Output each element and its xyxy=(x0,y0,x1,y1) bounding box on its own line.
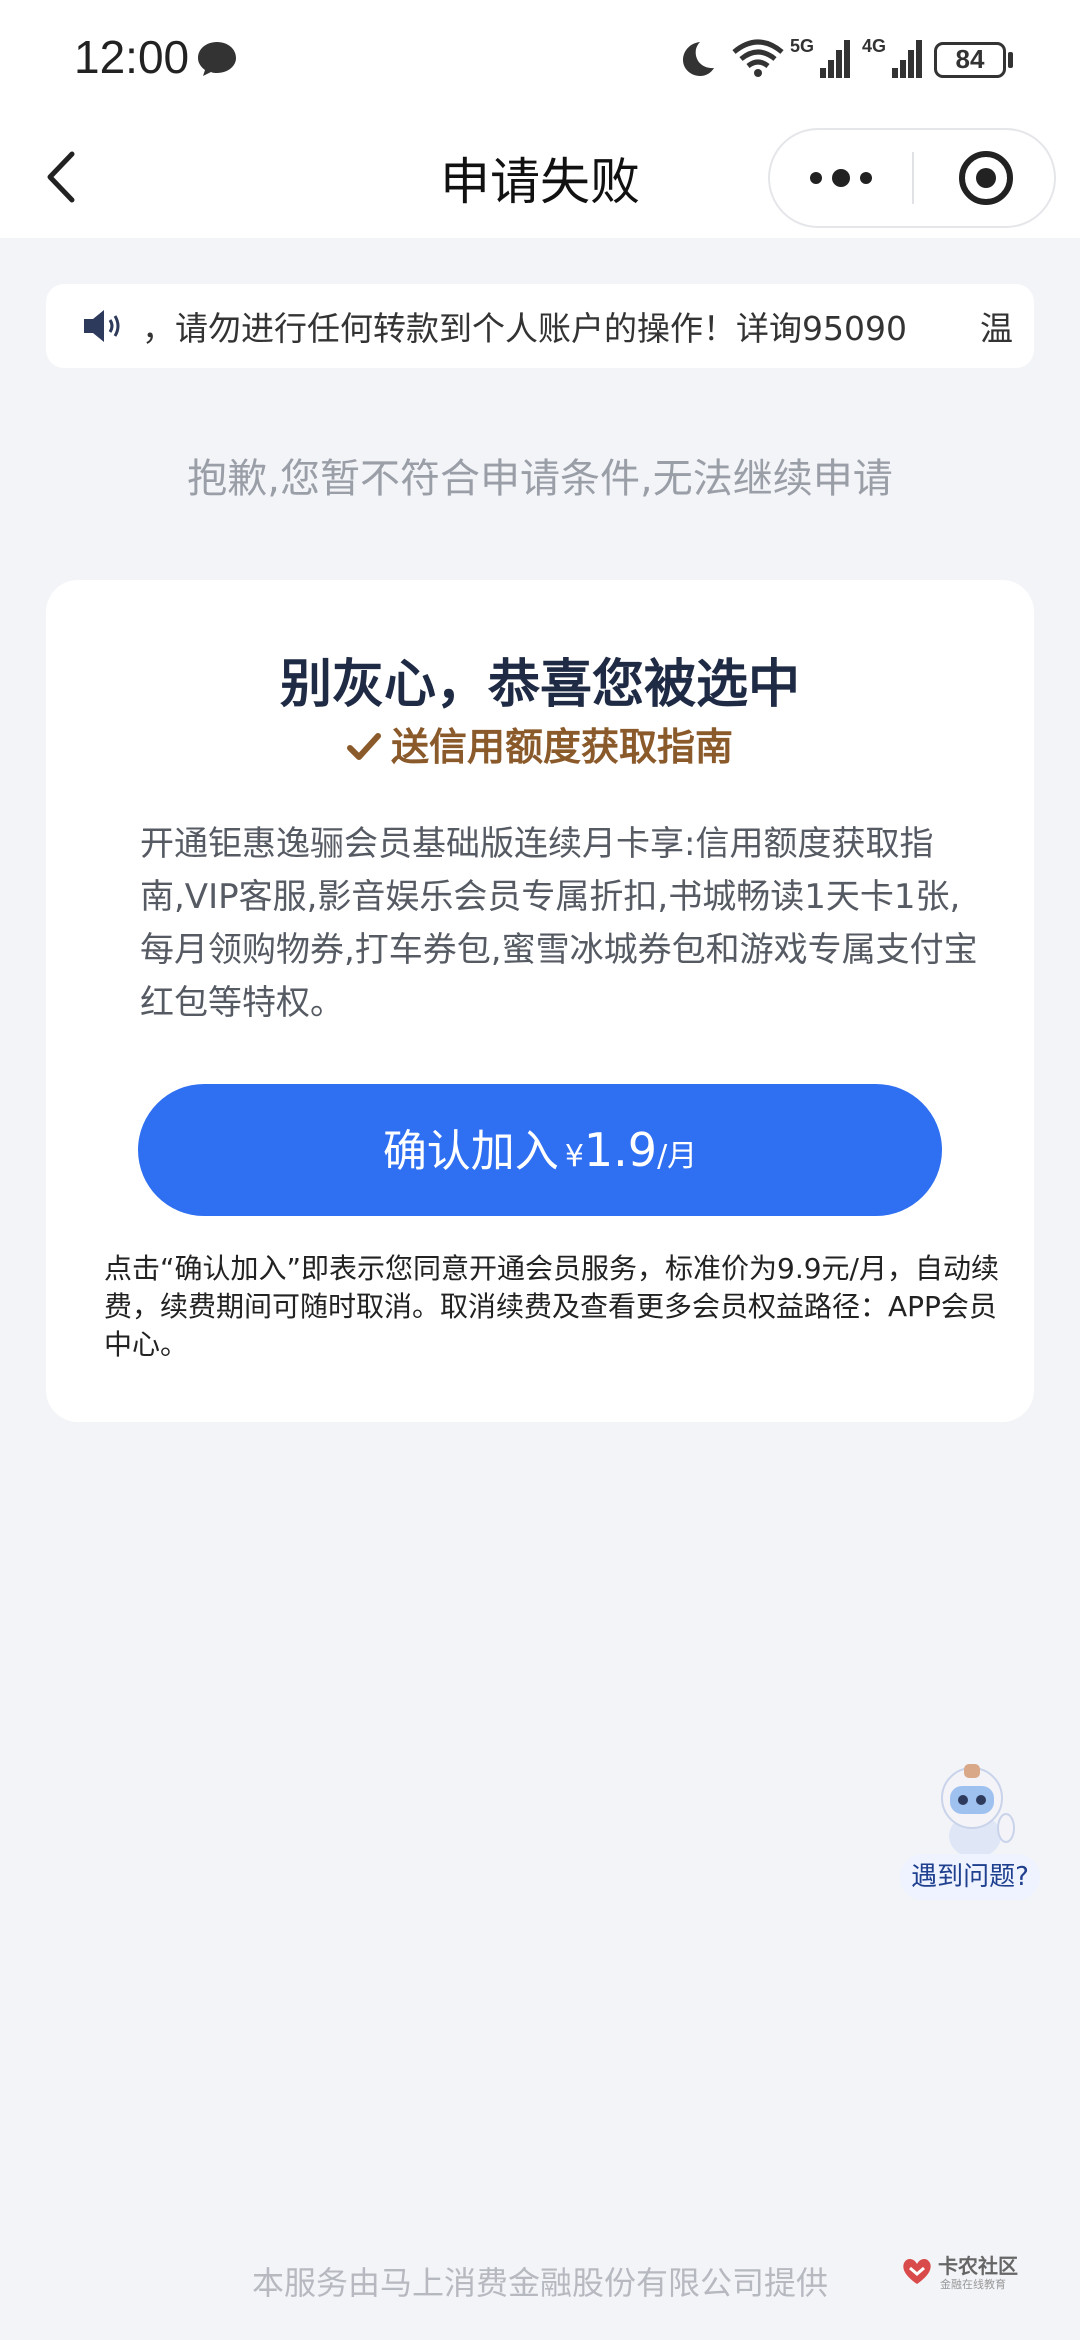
check-icon xyxy=(346,733,381,760)
card-subtitle: 送信用额度获取指南 xyxy=(46,716,1034,771)
speaker-icon xyxy=(84,310,120,342)
svg-text:5G: 5G xyxy=(790,36,814,56)
more-dots-icon[interactable] xyxy=(770,130,912,226)
battery-icon: 84 xyxy=(934,42,1006,78)
svg-text:4G: 4G xyxy=(862,36,886,56)
price-currency: ¥ xyxy=(564,1139,584,1174)
notice-text-next: 温 xyxy=(980,309,1013,348)
help-label: 遇到问题? xyxy=(900,1854,1040,1900)
price-unit: /月 xyxy=(657,1139,698,1174)
watermark-subtitle: 金融在线教育 xyxy=(940,2278,1006,2291)
notice-text: ，请勿进行任何转款到个人账户的操作！详询95090 xyxy=(142,309,907,348)
mini-program-capsule xyxy=(768,128,1056,228)
card-title: 别灰心，恭喜您被选中 xyxy=(279,655,800,715)
moon-icon xyxy=(683,42,714,76)
watermark: 卡农社区 金融在线教育 xyxy=(900,2250,1030,2294)
benefits-description: 开通钜惠逸骊会员基础版连续月卡享:信用额度获取指南,VIP客服,影音娱乐会员专属… xyxy=(140,824,978,1023)
status-bar: 12:00 5G 4G 84 xyxy=(0,0,1080,118)
wifi-icon xyxy=(732,39,784,77)
offer-card: 别灰心，恭喜您被选中 送信用额度获取指南 开通钜惠逸骊会员基础版连续月卡享:信用… xyxy=(46,580,1034,1422)
notice-bar[interactable]: ，请勿进行任何转款到个人账户的操作！详询95090 温 xyxy=(46,284,1034,368)
terms-text: 点击“确认加入”即表示您同意开通会员服务，标准价为9.9元/月，自动续费，续费期… xyxy=(104,1252,999,1361)
watermark-logo-icon xyxy=(903,2258,931,2284)
confirm-button-label: 确认加入 xyxy=(382,1126,559,1177)
signal-4g-icon: 4G xyxy=(862,36,922,78)
rejection-message: 抱歉,您暂不符合申请条件,无法继续申请 xyxy=(187,456,893,502)
confirm-join-button[interactable]: 确认加入 ¥1.9/月 xyxy=(138,1084,942,1216)
watermark-title: 卡农社区 xyxy=(938,2254,1018,2278)
chat-icon xyxy=(198,42,236,76)
help-widget[interactable]: 遇到问题? xyxy=(900,1756,1040,1906)
nav-bar: 申请失败 xyxy=(0,118,1080,238)
mascot-icon xyxy=(941,1764,1015,1858)
price-amount: 1.9 xyxy=(583,1123,658,1177)
target-close-icon[interactable] xyxy=(914,130,1054,226)
battery-tip xyxy=(1008,52,1013,68)
signal-5g-icon: 5G xyxy=(790,36,850,78)
card-subtitle-text: 送信用额度获取指南 xyxy=(390,725,733,769)
status-time: 12:00 xyxy=(74,31,190,83)
